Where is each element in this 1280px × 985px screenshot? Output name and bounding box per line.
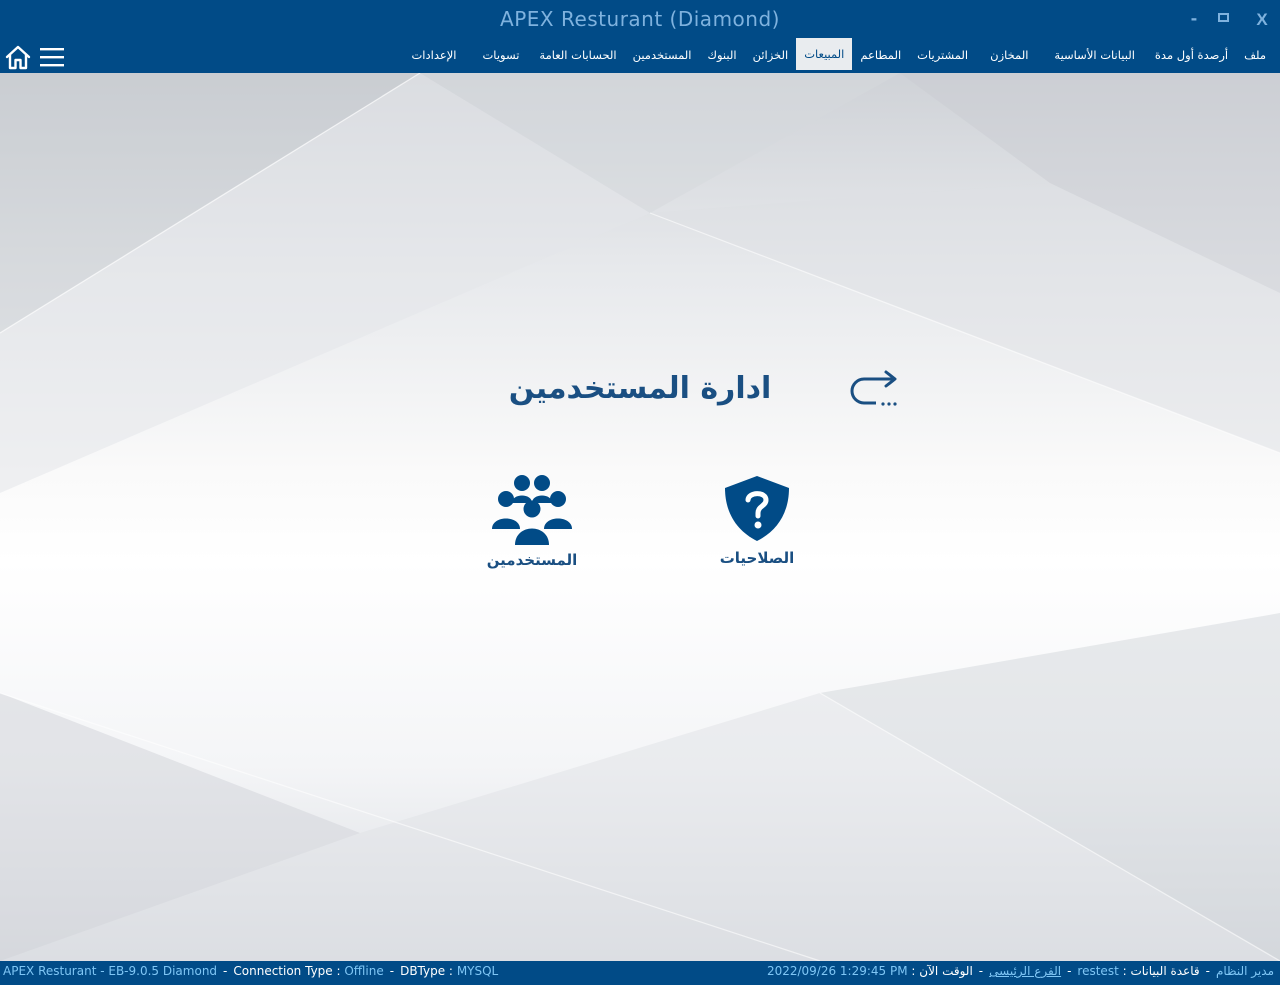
shield-question-icon bbox=[725, 476, 789, 541]
status-right: مدير النظام-قاعدة البيانات : restest-الف… bbox=[766, 964, 1274, 978]
tab-banks[interactable]: البنوك bbox=[700, 41, 745, 73]
tab-general-accounts[interactable]: الحسابات العامة bbox=[531, 41, 624, 73]
tab-settlements[interactable]: تسويات bbox=[470, 41, 531, 73]
hamburger-menu-button[interactable] bbox=[39, 46, 65, 68]
main-content: ادارة المستخدمين الصلاحيات المستخدمين bbox=[0, 73, 1280, 961]
tab-basic-data[interactable]: البيانات الأساسية bbox=[1042, 41, 1147, 73]
current-user: مدير النظام bbox=[1215, 964, 1274, 978]
dbtype-label: DBType : bbox=[400, 964, 453, 978]
status-bar: APEX Resturant - EB-9.0.5 Diamond - Connec… bbox=[0, 961, 1280, 985]
undo-arrow-icon bbox=[850, 370, 897, 406]
menu-tabs: ملف أرصدة أول مدة البيانات الأساسية المخ… bbox=[397, 38, 1274, 73]
users-tile[interactable]: المستخدمين bbox=[467, 473, 597, 569]
home-button[interactable] bbox=[5, 44, 31, 70]
title-bar: APEX Resturant (Diamond) - X bbox=[0, 0, 1280, 41]
tab-treasuries[interactable]: الخزائن bbox=[745, 41, 797, 73]
page-title: ادارة المستخدمين bbox=[508, 371, 772, 406]
tab-users[interactable]: المستخدمين bbox=[625, 41, 700, 73]
users-tile-label: المستخدمين bbox=[486, 551, 578, 569]
branch-link[interactable]: الفرع الرئيسى bbox=[989, 964, 1061, 978]
tab-restaurants[interactable]: المطاعم bbox=[852, 41, 909, 73]
home-icon bbox=[5, 45, 31, 70]
menu-bar: ملف أرصدة أول مدة البيانات الأساسية المخ… bbox=[0, 38, 1280, 73]
status-left: APEX Resturant - EB-9.0.5 Diamond - Connec… bbox=[3, 964, 499, 978]
close-button[interactable]: X bbox=[1252, 10, 1272, 30]
maximize-button[interactable] bbox=[1218, 13, 1229, 22]
users-group-icon bbox=[492, 475, 572, 545]
hamburger-icon bbox=[40, 48, 64, 67]
dbtype-value: MYSQL bbox=[456, 964, 499, 978]
app-title: APEX Resturant (Diamond) bbox=[500, 7, 780, 31]
time-value: 2022/09/26 1:29:45 PM bbox=[766, 964, 908, 978]
tab-opening-balances[interactable]: أرصدة أول مدة bbox=[1147, 41, 1236, 73]
background-pattern bbox=[0, 73, 1280, 961]
tab-file[interactable]: ملف bbox=[1236, 41, 1274, 73]
tab-purchases[interactable]: المشتريات bbox=[909, 41, 976, 73]
tab-sales[interactable]: المبيعات bbox=[796, 38, 853, 70]
tab-stores[interactable]: المخازن bbox=[976, 41, 1042, 73]
app-version: APEX Resturant - EB-9.0.5 Diamond bbox=[3, 964, 218, 978]
database-label: قاعدة البيانات : bbox=[1122, 964, 1200, 978]
tab-settings[interactable]: الإعدادات bbox=[397, 41, 470, 73]
connection-type-label: Connection Type : bbox=[233, 964, 341, 978]
permissions-tile[interactable]: الصلاحيات bbox=[692, 473, 822, 567]
back-button[interactable] bbox=[842, 369, 902, 417]
minimize-button[interactable]: - bbox=[1184, 9, 1204, 28]
database-value: restest bbox=[1077, 964, 1119, 978]
permissions-tile-label: الصلاحيات bbox=[719, 549, 795, 567]
connection-type-value: Offline bbox=[344, 964, 384, 978]
time-label: الوقت الآن : bbox=[911, 964, 973, 978]
